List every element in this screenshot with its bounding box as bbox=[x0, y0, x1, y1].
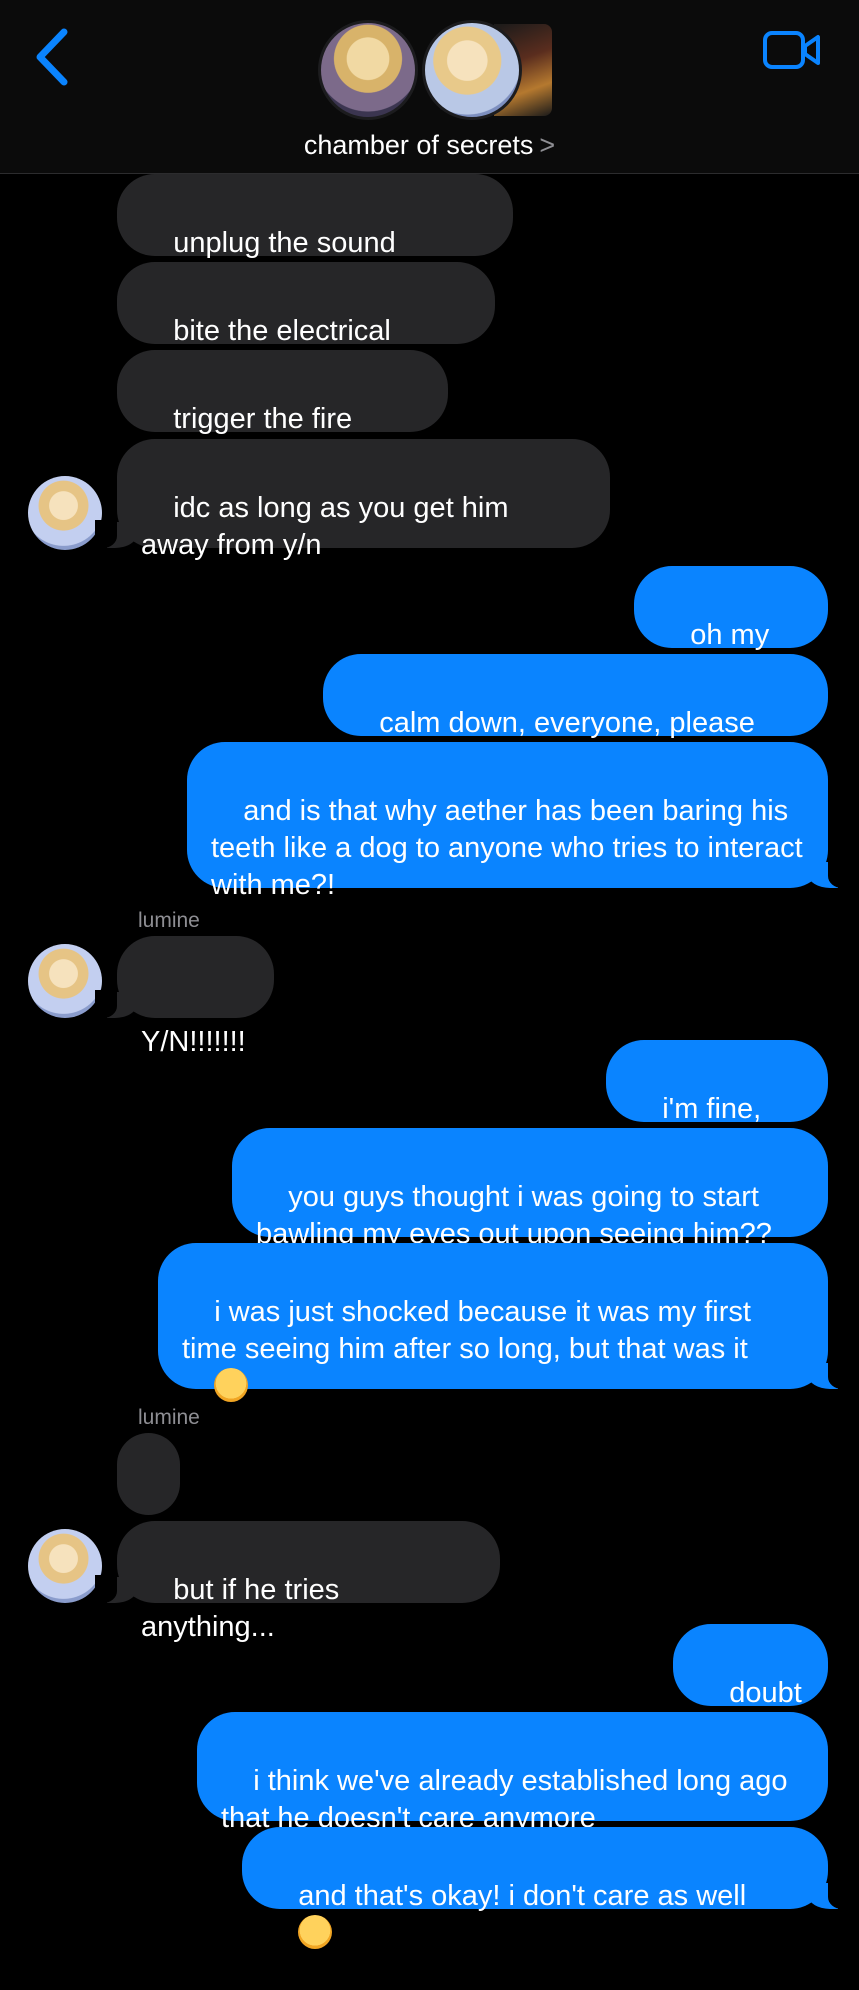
backhand-index-pointing-left-emoji bbox=[298, 1915, 333, 1949]
lumine-avatar[interactable] bbox=[28, 1529, 102, 1603]
outgoing-message-bubble[interactable]: i was just shocked because it was my fir… bbox=[158, 1243, 850, 1402]
conversation-header: chamber of secrets > bbox=[0, 0, 859, 174]
chevron-left-icon bbox=[36, 28, 68, 86]
message-text: idc as long as you get him away from y/n bbox=[141, 492, 517, 561]
message-text: i was just shocked because it was my fir… bbox=[182, 1296, 759, 1365]
incoming-message-bubble[interactable]: Y/N!!!!!!! bbox=[95, 936, 274, 1058]
message-text: but if he tries anything... bbox=[141, 1574, 348, 1643]
incoming-message-bubble[interactable]: idc as long as you get him away from y/n bbox=[95, 439, 610, 561]
incoming-message-bubble[interactable]: but if he tries anything... bbox=[95, 1521, 500, 1643]
group-name-button[interactable]: chamber of secrets > bbox=[0, 130, 859, 161]
video-call-button[interactable] bbox=[762, 30, 822, 70]
outgoing-message-bubble[interactable]: oh my god bbox=[634, 566, 828, 688]
message-text: and is that why aether has been baring h… bbox=[211, 795, 811, 901]
outgoing-message-bubble[interactable]: and that's okay! i don't care as well bbox=[242, 1827, 850, 1949]
message-text: you guys thought i was going to start ba… bbox=[256, 1181, 772, 1250]
chevron-right-icon: > bbox=[539, 130, 556, 160]
lumine-avatar[interactable] bbox=[28, 476, 102, 550]
outgoing-message-bubble[interactable]: doubt it bbox=[673, 1624, 828, 1746]
group-member-avatar bbox=[318, 20, 418, 120]
group-member-avatar bbox=[422, 20, 522, 120]
incoming-message-bubble[interactable]: k bbox=[117, 1433, 180, 1555]
outgoing-message-bubble[interactable]: i think we've already established long a… bbox=[197, 1712, 828, 1834]
sender-name: lumine bbox=[138, 1406, 200, 1429]
group-avatars[interactable] bbox=[318, 20, 552, 124]
message-text: calm down, everyone, please bbox=[379, 707, 755, 739]
incoming-message-bubble[interactable]: trigger the fire alarm bbox=[117, 350, 448, 472]
message-text: i think we've already established long a… bbox=[221, 1765, 796, 1834]
outgoing-message-bubble[interactable]: i'm fine, lumi bbox=[606, 1040, 828, 1162]
outgoing-message-bubble[interactable]: you guys thought i was going to start ba… bbox=[232, 1128, 828, 1250]
incoming-message-bubble[interactable]: unplug the sound system bbox=[117, 174, 513, 296]
grinning-face-with-sweat-emoji bbox=[214, 1368, 249, 1402]
message-text: and that's okay! i don't care as well bbox=[298, 1880, 747, 1912]
outgoing-message-bubble[interactable]: and is that why aether has been baring h… bbox=[187, 742, 850, 901]
message-text: Y/N!!!!!!! bbox=[141, 1026, 246, 1058]
sender-name: lumine bbox=[138, 909, 200, 932]
video-camera-icon bbox=[763, 31, 820, 69]
incoming-message-bubble[interactable]: bite the electrical wiring bbox=[117, 262, 495, 384]
back-button[interactable] bbox=[30, 24, 80, 94]
group-name: chamber of secrets bbox=[303, 130, 534, 160]
lumine-avatar[interactable] bbox=[28, 944, 102, 1018]
outgoing-message-bubble[interactable]: calm down, everyone, please bbox=[323, 654, 828, 776]
